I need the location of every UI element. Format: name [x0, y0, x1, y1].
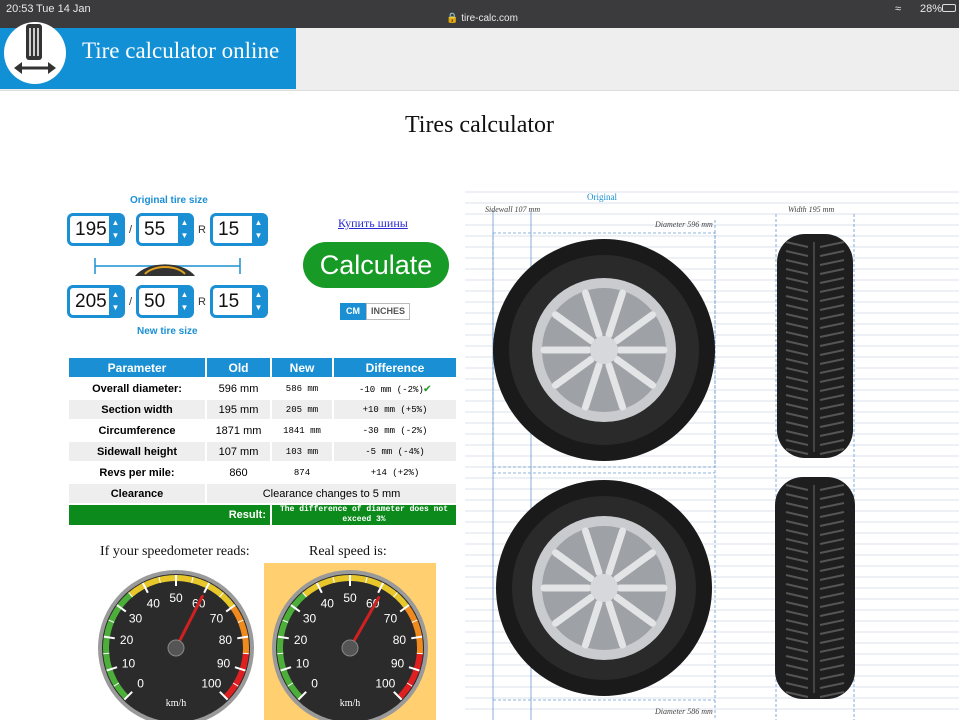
updown-icon: ▲ ▼ [252, 288, 265, 315]
result-row: Result: The difference of diameter does … [69, 505, 456, 525]
gauge-tick-label: 20 [120, 633, 134, 647]
new-size-label: New tire size [137, 326, 198, 337]
tire-size-connector [94, 258, 241, 276]
updown-icon: ▲ ▼ [178, 288, 191, 315]
gauge-tick-label: 90 [217, 656, 231, 670]
gauge-tick-label: 30 [303, 612, 317, 626]
real-speed-gauge: 010203040 50 60708090100km/h [272, 570, 428, 720]
unit-cm-toggle[interactable]: CM [340, 303, 366, 320]
gauge-tick-label: 50 [169, 591, 183, 605]
gauge-tick-label: 100 [375, 676, 395, 690]
header-old: Old [207, 358, 270, 377]
new-rim-select[interactable]: 15 ▲ ▼ [210, 285, 268, 318]
url-bar[interactable]: 🔒 tire-calc.com [446, 13, 518, 24]
new-profile-select[interactable]: 50 ▲ ▼ [136, 285, 194, 318]
gauge-tick-label: 70 [384, 612, 398, 626]
table-row: Revs per mile: 860 874 +14 (+2%) [99, 466, 420, 479]
gauge-tick-label: 0 [311, 676, 318, 690]
gauge-tick-label: 40 [147, 596, 161, 610]
table-row: Sidewall height 107 mm 103 mm -5 mm (-4%… [69, 442, 456, 461]
result-label: Result: [69, 505, 270, 525]
header-parameter: Parameter [69, 358, 205, 377]
original-label: Original [587, 192, 617, 202]
gauge-tick-label: 10 [296, 656, 310, 670]
table-row: Section width 195 mm 205 mm +10 mm (+5%) [69, 400, 456, 419]
site-title[interactable]: Tire calculator online [82, 38, 279, 64]
gauge-tick-label: 20 [294, 633, 308, 647]
width-label: Width 195 mm [788, 205, 835, 214]
gauge-tick-label: 70 [210, 612, 224, 626]
checkmark-icon: ✔ [423, 382, 432, 396]
new-tire-side-icon [496, 480, 712, 696]
updown-icon: ▲ ▼ [178, 216, 191, 243]
calculate-button[interactable]: Calculate [303, 242, 449, 288]
header-difference: Difference [334, 358, 456, 377]
results-table: Parameter Old New Difference Overall dia… [67, 356, 458, 527]
gauge-unit-label: km/h [340, 698, 361, 709]
updown-icon: ▲ ▼ [109, 288, 122, 315]
status-bar: 20:53 Tue 14 Jan 🔒 tire-calc.com ≈ 28% [0, 0, 959, 28]
tire-comparison-diagram [465, 190, 959, 720]
status-date: Tue 14 Jan [36, 3, 91, 15]
status-time: 20:53 [6, 3, 34, 15]
unit-inches-toggle[interactable]: INCHES [366, 303, 410, 320]
real-speed-caption: Real speed is: [309, 544, 387, 559]
gauge-tick-label: 80 [219, 633, 233, 647]
original-profile-select[interactable]: 55 ▲ ▼ [136, 213, 194, 246]
original-tire-tread-icon [777, 234, 853, 458]
gauge-tick-label: 80 [393, 633, 407, 647]
tire-logo-icon[interactable] [4, 22, 66, 84]
table-row: Circumference 1871 mm 1841 mm -30 mm (-2… [98, 424, 428, 437]
gauge-tick-label: 40 [321, 596, 335, 610]
speedometer-gauge: 0102030405060708090100km/h [98, 570, 254, 720]
clearance-row: Clearance Clearance changes to 5 mm [69, 484, 456, 503]
updown-icon: ▲ ▼ [109, 216, 122, 243]
original-width-select[interactable]: 195 ▲ ▼ [67, 213, 125, 246]
page-title: Tires calculator [404, 112, 555, 138]
diameter-top-label: Diameter 596 mm [655, 220, 713, 229]
gauge-tick-label: 10 [122, 656, 136, 670]
original-tire-side-icon [493, 239, 715, 461]
updown-icon: ▲ ▼ [252, 216, 265, 243]
header-new: New [272, 358, 332, 377]
original-rim-select[interactable]: 15 ▲ ▼ [210, 213, 268, 246]
battery-icon [942, 4, 956, 12]
lock-icon: 🔒 [446, 13, 459, 24]
new-width-select[interactable]: 205 ▲ ▼ [67, 285, 125, 318]
diameter-bottom-label: Diameter 586 mm [655, 707, 713, 716]
result-text: The difference of diameter does not exce… [272, 505, 456, 525]
gauge-tick-label: 50 [343, 591, 357, 605]
battery-percent: 28% [920, 3, 943, 15]
table-row: Overall diameter: 596 mm 586 mm -10 mm (… [92, 382, 432, 396]
original-size-label: Original tire size [130, 195, 208, 206]
gauge-unit-label: km/h [166, 698, 187, 709]
sidewall-label: Sidewall 107 mm [485, 205, 541, 214]
gauge-tick-label: 90 [391, 656, 405, 670]
table-header-row: Parameter Old New Difference [69, 358, 456, 377]
speedometer-caption: If your speedometer reads: [100, 544, 250, 559]
wifi-icon: ≈ [895, 3, 902, 15]
new-tire-tread-icon [775, 477, 855, 699]
buy-tires-link[interactable]: Купить шины [338, 216, 408, 231]
gauge-tick-label: 30 [129, 612, 143, 626]
gauge-tick-label: 0 [137, 676, 144, 690]
gauge-tick-label: 100 [201, 676, 221, 690]
